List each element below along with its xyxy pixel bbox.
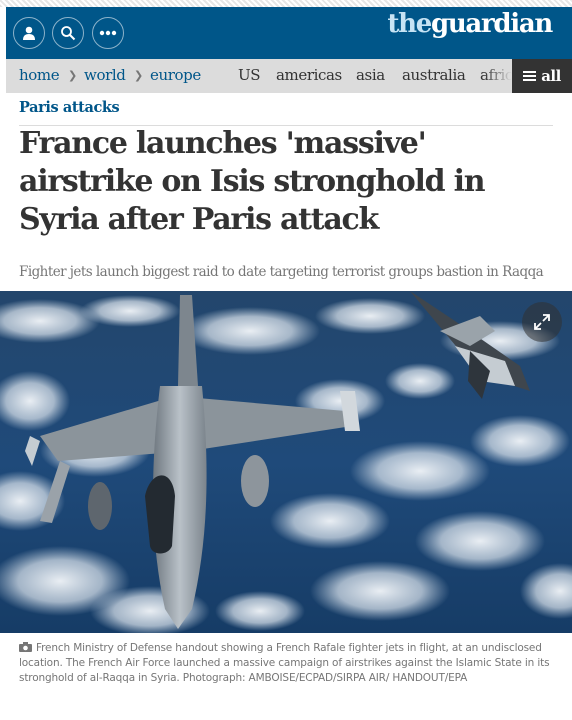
chevron-right-icon: ❯ <box>68 69 78 82</box>
nav-item-asia[interactable]: asia <box>356 66 385 84</box>
expand-image-button[interactable] <box>522 302 562 342</box>
section-nav: home ❯ world ❯ europe US americas asia a… <box>6 59 572 93</box>
search-button[interactable] <box>52 17 84 49</box>
all-sections-label: all <box>541 67 561 85</box>
headline: France launches 'massive' airstrike on I… <box>19 126 486 237</box>
logo-the: the <box>387 9 432 39</box>
expand-icon <box>534 314 550 330</box>
camera-icon <box>19 642 32 652</box>
profile-button[interactable] <box>13 17 45 49</box>
guardian-logo[interactable]: theguardian <box>387 9 553 39</box>
nav-item-europe[interactable]: europe <box>150 66 201 84</box>
section-label[interactable]: Paris attacks <box>19 99 120 116</box>
fighter-jets-image <box>0 291 572 633</box>
standfirst: Fighter jets launch biggest raid to date… <box>19 264 544 280</box>
nav-item-americas[interactable]: americas <box>276 66 342 84</box>
chevron-right-icon: ❯ <box>134 69 144 82</box>
caption-text: French Ministry of Defense handout showi… <box>19 642 550 684</box>
logo-guardian: guardian <box>430 9 553 39</box>
search-icon <box>61 26 76 41</box>
nav-item-australia[interactable]: australia <box>402 66 466 84</box>
all-sections-button[interactable]: all <box>512 59 572 93</box>
image-caption: French Ministry of Defense handout showi… <box>19 641 554 686</box>
nav-item-us[interactable]: US <box>238 66 261 84</box>
nav-fade <box>484 59 512 93</box>
masthead: theguardian <box>6 7 572 59</box>
more-button[interactable] <box>92 17 124 49</box>
nav-item-home[interactable]: home <box>19 66 60 84</box>
profile-icon <box>23 26 35 40</box>
more-icon <box>99 30 117 36</box>
main-image <box>0 291 572 633</box>
menu-icon <box>523 71 537 81</box>
top-strip <box>0 0 572 7</box>
nav-item-world[interactable]: world <box>84 66 126 84</box>
